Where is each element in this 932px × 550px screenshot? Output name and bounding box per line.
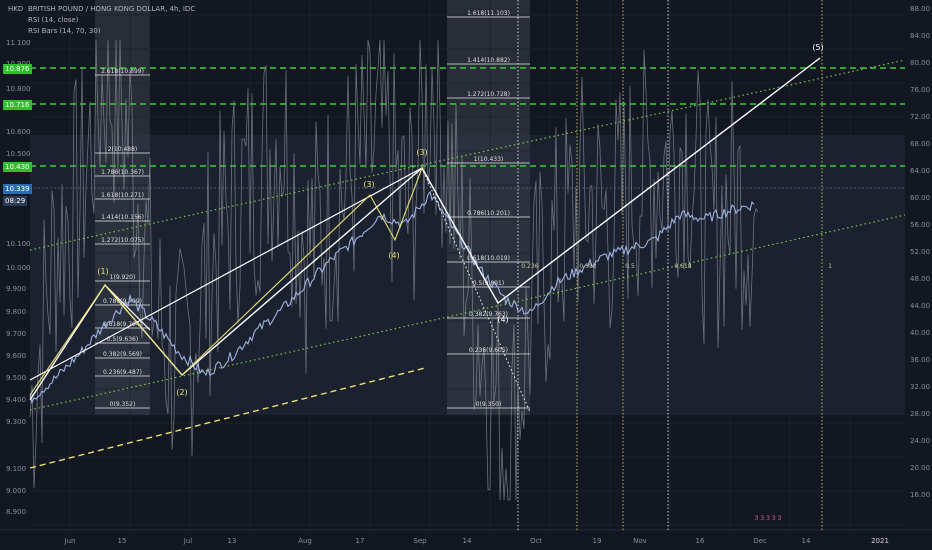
rsi-tick: 80.00 <box>910 59 931 67</box>
wave-label: (3) <box>363 180 374 189</box>
price-tick: 9.600 <box>6 352 27 360</box>
fib-label: 1.618(11.103) <box>467 10 510 17</box>
price-tick: 9.300 <box>6 418 27 426</box>
rsi-tick: 28.00 <box>910 410 931 418</box>
fib-label: 1.414(10.156) <box>101 214 144 221</box>
price-tick: 8.900 <box>6 508 27 516</box>
price-tag[interactable]: 10.430 <box>3 162 32 172</box>
time-tick: 17 <box>355 537 365 545</box>
rsi-tick: 32.00 <box>910 383 931 391</box>
wave-label: (1) <box>97 267 108 276</box>
time-tick: Jul <box>183 537 193 545</box>
rsi-tick: 88.00 <box>910 5 931 13</box>
price-tag[interactable]: 10.339 <box>3 184 32 194</box>
price-chart[interactable]: 2.618(10.899) 2(10.488) 1.786(10.367) 1.618… <box>0 0 932 550</box>
level-marker-label: 0.382 <box>579 263 596 270</box>
price-tick: 10.000 <box>6 264 31 272</box>
fib-label: 0.236(9.487) <box>103 369 142 376</box>
price-tag[interactable]: 10.876 <box>3 64 32 74</box>
fib-label: 1.618(10.271) <box>101 192 144 199</box>
wave-label: (4) <box>388 251 399 260</box>
level-marker-label: 1 <box>828 263 832 270</box>
level-marker-label: 0.5 <box>625 263 635 270</box>
price-tick: 9.100 <box>6 465 27 473</box>
rsi-bars-indicator-label[interactable]: RSI Bars (14, 70, 30) <box>28 27 101 35</box>
rsi-tick: 24.00 <box>910 437 931 445</box>
fib-label: 1.786(10.367) <box>101 169 144 176</box>
price-tick: 9.800 <box>6 308 27 316</box>
time-tick: Sep <box>413 537 427 545</box>
rsi-tick: 16.00 <box>910 491 931 499</box>
rsi-tick: 52.00 <box>910 248 931 256</box>
price-tick: 10.500 <box>6 150 31 158</box>
fib-label: 0.786(10.201) <box>467 210 510 217</box>
rsi-bars-label: 3 3 3 3 3 <box>755 515 782 522</box>
fib-label: 1(9.920) <box>110 274 136 281</box>
fib-label: 0(9.350) <box>476 401 502 408</box>
rsi-tick: 76.00 <box>910 86 931 94</box>
wave-label: (2) <box>176 388 187 397</box>
rsi-tick: 36.00 <box>910 356 931 364</box>
time-tick: Aug <box>298 537 312 545</box>
level-marker-label: 0.236 <box>521 263 538 270</box>
time-tick: 14 <box>462 537 472 545</box>
time-tick: Oct <box>529 537 543 545</box>
currency-label: HKD <box>8 5 24 13</box>
time-tick: 15 <box>117 537 127 545</box>
rsi-tick: 60.00 <box>910 194 931 202</box>
fib-label: 0(9.352) <box>110 401 136 408</box>
fib-label: 0.5(9.636) <box>107 336 138 343</box>
price-tick: 11.100 <box>6 39 31 47</box>
price-tick: 10.600 <box>6 128 31 136</box>
price-tag[interactable]: 08:29 <box>3 196 28 206</box>
fib-label: 1.272(10.728) <box>467 91 510 98</box>
price-tag[interactable]: 10.716 <box>3 100 32 110</box>
price-tick: 9.400 <box>6 396 27 404</box>
time-tick: 16 <box>695 537 705 545</box>
price-tick: 9.000 <box>6 487 27 495</box>
time-tick: 19 <box>592 537 602 545</box>
price-tick: 10.800 <box>6 85 31 93</box>
price-tick: 9.900 <box>6 285 27 293</box>
rsi-tick: 72.00 <box>910 113 931 121</box>
rsi-tick: 48.00 <box>910 275 931 283</box>
time-tick: 2021 <box>871 537 889 545</box>
wave-label: (4) <box>497 315 508 324</box>
wave-label: (5) <box>812 43 823 52</box>
symbol-title[interactable]: BRITISH POUND / HONG KONG DOLLAR, 4h, ID… <box>28 5 195 13</box>
rsi-tick: 44.00 <box>910 302 931 310</box>
rsi-tick: 84.00 <box>910 32 931 40</box>
rsi-tick: 20.00 <box>910 464 931 472</box>
price-tick: 9.700 <box>6 330 27 338</box>
time-tick: Dec <box>753 537 767 545</box>
rsi-indicator-label[interactable]: RSI (14, close) <box>28 16 78 24</box>
rsi-tick: 40.00 <box>910 329 931 337</box>
fib-label: 2(10.488) <box>108 146 138 153</box>
fib-label: 1.414(10.882) <box>467 57 510 64</box>
time-tick: 14 <box>801 537 811 545</box>
time-tick: 13 <box>227 537 237 545</box>
price-tick: 9.500 <box>6 374 27 382</box>
fib-label: 2.618(10.899) <box>101 68 144 75</box>
fib-label: 1.272(10.075) <box>101 237 144 244</box>
rsi-tick: 68.00 <box>910 140 931 148</box>
rsi-tick: 56.00 <box>910 221 931 229</box>
fib-label: 0.382(9.569) <box>103 351 142 358</box>
price-tick: 10.100 <box>6 240 31 248</box>
wave-label: (3) <box>416 148 427 157</box>
rsi-tick: 64.00 <box>910 167 931 175</box>
time-tick: Nov <box>633 537 647 545</box>
fib-label: 1(10.433) <box>474 156 504 163</box>
level-marker-label: 0.618 <box>674 263 691 270</box>
time-tick: Jun <box>64 537 76 545</box>
